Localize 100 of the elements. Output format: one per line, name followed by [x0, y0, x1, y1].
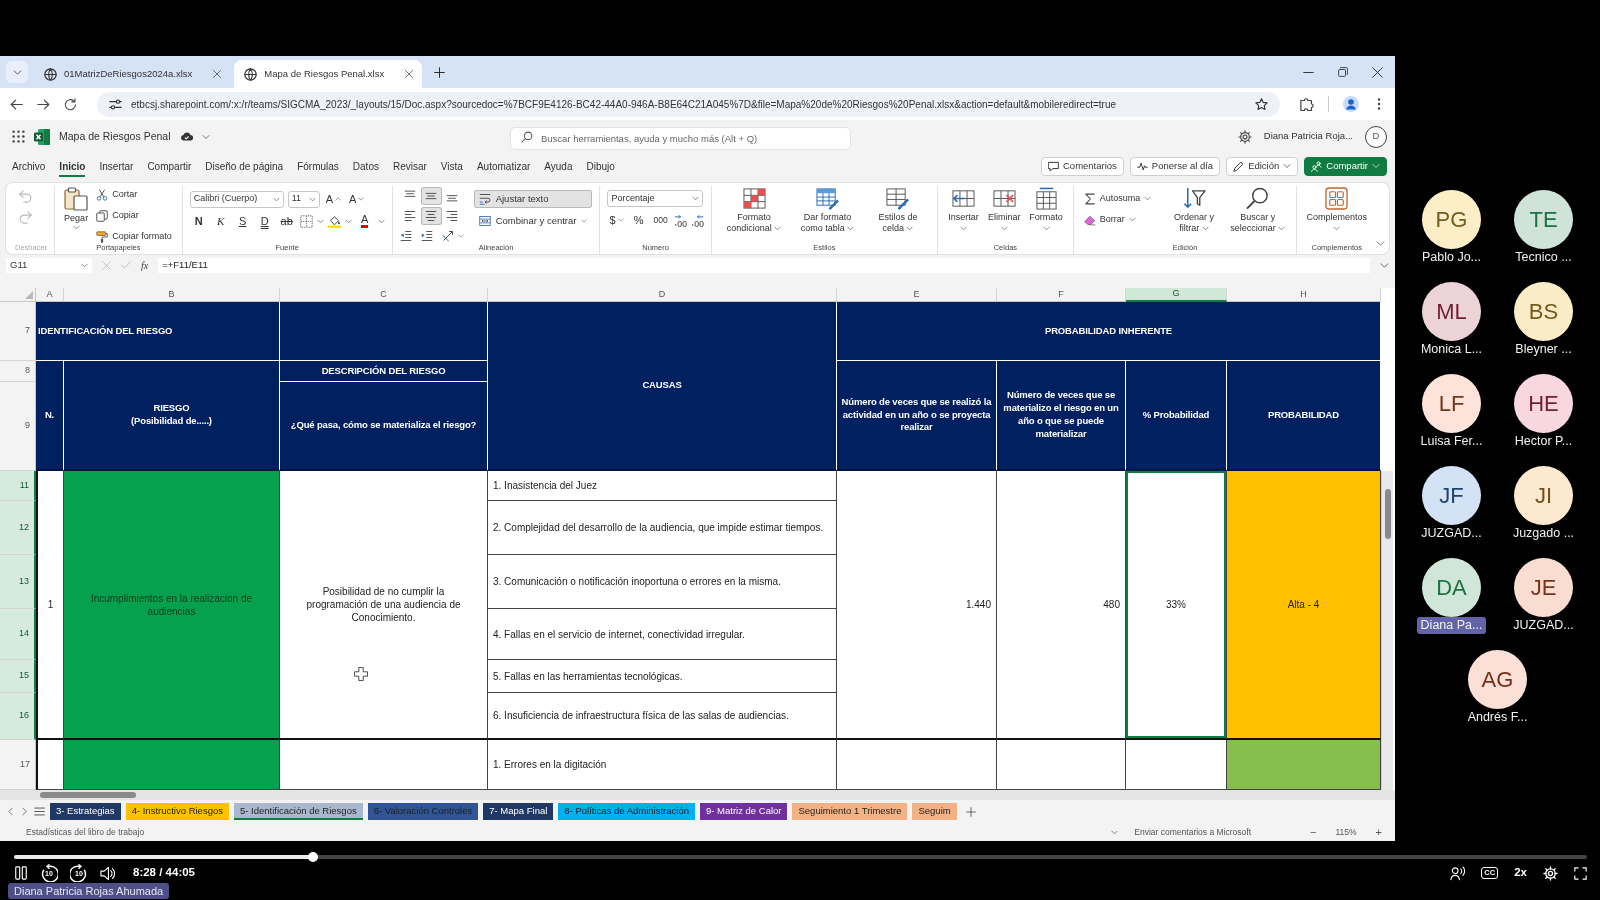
menu-tab[interactable]: Ayuda	[544, 155, 573, 177]
row-header[interactable]: 8	[0, 361, 36, 382]
menu-tab[interactable]: Compartir	[147, 155, 192, 177]
menu-tab[interactable]: Inicio	[59, 155, 86, 177]
close-tab-icon[interactable]	[213, 70, 222, 78]
insert-cells-button[interactable]: Insertar	[945, 186, 982, 234]
sheet-tab[interactable]: 4- Instructivo Riesgos	[125, 803, 229, 820]
site-settings-icon[interactable]	[109, 97, 122, 111]
user-avatar[interactable]: D	[1365, 125, 1387, 148]
row-header[interactable]: 14	[0, 609, 36, 660]
paste-button[interactable]: Pegar	[62, 186, 91, 231]
add-ins-button[interactable]: Complementos	[1304, 186, 1369, 234]
zoom-in-button[interactable]: +	[1372, 826, 1385, 838]
expand-formula-icon[interactable]	[1380, 260, 1389, 270]
formula-field[interactable]: =+F11/E11	[158, 257, 1370, 273]
increase-indent-icon[interactable]	[420, 230, 433, 242]
menu-tab[interactable]: Archivo	[12, 155, 46, 177]
find-select-button[interactable]: Buscar y seleccionar	[1225, 186, 1290, 234]
sheet-tab[interactable]: 8- Políticas de Administración	[558, 803, 695, 820]
reload-icon[interactable]	[64, 97, 77, 111]
font-name-dropdown[interactable]: Calibri (Cuerpo)	[189, 190, 284, 208]
row-header[interactable]: 15	[0, 660, 36, 693]
name-box[interactable]: G11	[6, 257, 92, 273]
column-header[interactable]: E	[837, 288, 997, 302]
autosum-button[interactable]: Autosuma	[1080, 190, 1155, 207]
feedback-link[interactable]: Enviar comentarios a Microsoft	[1134, 825, 1251, 839]
percent-button[interactable]: %	[629, 211, 648, 229]
sheet-tab[interactable]: 9- Matriz de Calor	[700, 803, 788, 820]
speed-button[interactable]: 2x	[1514, 864, 1527, 882]
workbook-statistics-button[interactable]: Estadísticas del libro de trabajo	[23, 827, 148, 837]
clear-button[interactable]: Borrar	[1080, 211, 1155, 228]
editing-mode-button[interactable]: Edición	[1226, 156, 1299, 176]
row-header[interactable]: 13	[0, 555, 36, 609]
menu-tab[interactable]: Automatizar	[476, 155, 531, 177]
sort-filter-button[interactable]: Ordenar y filtrar	[1165, 186, 1223, 234]
new-tab-icon[interactable]	[434, 66, 446, 78]
number-format-dropdown[interactable]: Porcentaje	[607, 190, 704, 207]
scrollbar[interactable]	[1381, 471, 1393, 790]
cell-styles-button[interactable]: Estilos de celda	[865, 186, 931, 234]
all-sheets-icon[interactable]	[34, 806, 45, 817]
settings-icon[interactable]	[1237, 129, 1252, 144]
grow-font-button[interactable]: A	[323, 190, 343, 208]
menu-tab[interactable]: Fórmulas	[297, 155, 339, 177]
check-icon[interactable]	[121, 260, 131, 270]
restore-icon[interactable]	[1338, 67, 1348, 77]
catch-up-button[interactable]: Ponerse al día	[1129, 156, 1221, 176]
volume-icon[interactable]	[100, 865, 115, 881]
sheet-tab[interactable]: Seguimiento 1 Trimestre	[792, 803, 908, 820]
progress-track[interactable]	[14, 852, 1587, 862]
font-size-dropdown[interactable]: 11	[287, 190, 320, 208]
column-header[interactable]: G	[1126, 288, 1227, 302]
borders-icon[interactable]	[299, 214, 313, 228]
close-tab-icon[interactable]	[405, 70, 414, 78]
decrease-indent-icon[interactable]	[399, 230, 412, 242]
scrollbar[interactable]	[0, 790, 1395, 800]
row-header[interactable]: 16	[0, 693, 36, 740]
cut-button[interactable]: Cortar	[93, 186, 175, 203]
sheet-tab[interactable]: 3- Estrategias	[50, 803, 121, 820]
column-header[interactable]: H	[1227, 288, 1381, 302]
sheet-tab[interactable]: Seguim	[912, 803, 957, 820]
sheet-tab[interactable]: 7- Mapa Final	[483, 803, 554, 820]
italic-button[interactable]: K	[211, 212, 230, 230]
double-underline-button[interactable]: D	[255, 212, 274, 230]
strikethrough-button[interactable]: ab	[277, 212, 296, 230]
browser-tab[interactable]: Mapa de Riesgos Penal.xlsx	[234, 60, 423, 88]
progress-thumb[interactable]	[307, 852, 318, 862]
insert-function-button[interactable]: fx	[141, 257, 149, 273]
cloud-check-icon[interactable]	[179, 130, 193, 143]
profile-icon[interactable]	[1343, 96, 1359, 112]
conditional-formatting-button[interactable]: Formato condicional	[718, 186, 790, 234]
font-color-button[interactable]: A	[355, 212, 374, 230]
bookmark-star-icon[interactable]	[1255, 97, 1268, 111]
delete-cells-button[interactable]: Eliminar	[984, 186, 1024, 234]
app-launcher-icon[interactable]	[12, 130, 25, 143]
zoom-out-button[interactable]: −	[1307, 826, 1320, 838]
copy-button[interactable]: Copiar	[93, 207, 175, 224]
address-bar[interactable]: etbcsj.sharepoint.com/:x:/r/teams/SIGCMA_2023/_layouts/15/Doc.aspx?sourcedoc=%7BCF9E4126-BC42-44A0-946A-B8E64C21A045%7D&file=Mapa%20de%20Riesgos%20Penal.xlsx&action=default&mobileredirect=true	[97, 91, 1280, 117]
search-field[interactable]: Buscar herramientas, ayuda y mucho más (Alt + Q)	[510, 127, 851, 150]
bold-button[interactable]: N	[189, 212, 208, 230]
forward-icon[interactable]	[37, 97, 50, 111]
person-voice-icon[interactable]	[1450, 865, 1466, 881]
format-as-table-button[interactable]: Dar formato como tabla	[792, 186, 863, 234]
sheet-tab[interactable]: 5- Identificación de Riesgos	[233, 803, 363, 820]
column-header[interactable]: F	[997, 288, 1126, 302]
column-header[interactable]: B	[64, 288, 280, 302]
column-header[interactable]: D	[488, 288, 837, 302]
menu-tab[interactable]: Datos	[352, 155, 379, 177]
menu-tab[interactable]: Dibujo	[586, 155, 615, 177]
pause-icon[interactable]	[14, 866, 28, 880]
diagonal-arrow-icon[interactable]	[441, 230, 454, 242]
merge-center-button[interactable]: Combinar y centrar	[473, 212, 593, 230]
scrollbar-thumb[interactable]	[40, 792, 136, 798]
extensions-icon[interactable]	[1300, 97, 1314, 111]
close-icon[interactable]	[1372, 66, 1383, 78]
format-cells-button[interactable]: Formato	[1026, 186, 1066, 234]
thousands-button[interactable]: 000	[651, 211, 670, 229]
column-header[interactable]: C	[280, 288, 488, 302]
share-button[interactable]: Compartir	[1304, 156, 1387, 176]
add-sheet-icon[interactable]	[965, 806, 976, 817]
row-header[interactable]: 11	[0, 471, 36, 501]
